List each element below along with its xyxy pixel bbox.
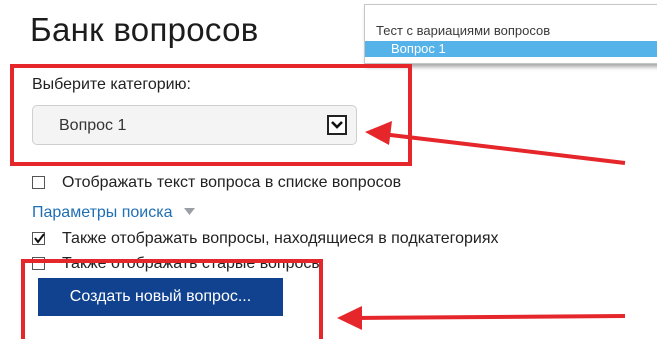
annotation-arrows [337, 121, 626, 330]
annotation-arrow [337, 306, 626, 330]
annotation-arrow [365, 121, 626, 165]
